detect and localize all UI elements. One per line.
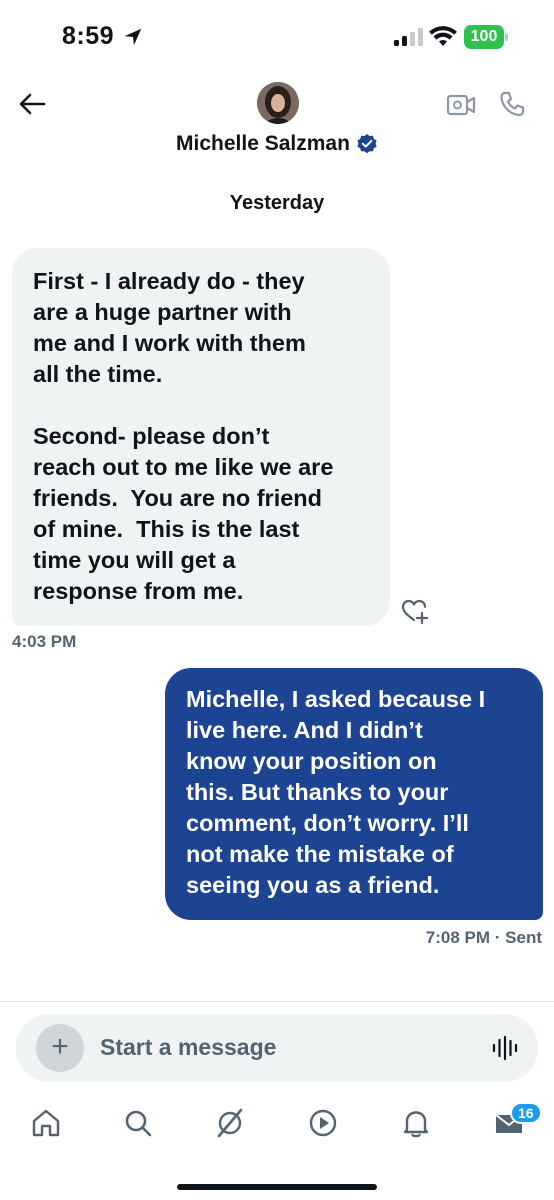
message-composer[interactable]: + Start a message: [16, 1014, 538, 1082]
avatar-photo: [257, 82, 299, 124]
home-icon[interactable]: [29, 1106, 63, 1140]
message-timestamp: 4:03 PM: [12, 632, 77, 651]
notifications-bell-icon[interactable]: [399, 1106, 433, 1140]
status-bar: 8:59 100: [0, 0, 554, 76]
message-text: First - I already do - they are a huge p…: [33, 268, 334, 604]
avatar[interactable]: [257, 82, 299, 124]
message-text: Michelle, I asked because I live here. A…: [186, 686, 486, 898]
date-divider: Yesterday: [229, 192, 325, 214]
message-input[interactable]: Start a message: [100, 1034, 460, 1064]
status-time: 8:59: [62, 22, 115, 50]
contact-name-row[interactable]: Michelle Salzman: [0, 132, 554, 156]
outgoing-message-bubble[interactable]: Michelle, I asked because I live here. A…: [165, 668, 543, 920]
verified-badge-icon: [357, 134, 377, 154]
wifi-icon: [429, 26, 457, 46]
composer-divider: [0, 1001, 554, 1002]
video-camera-icon[interactable]: [446, 92, 476, 118]
plus-icon: +: [51, 1030, 69, 1063]
battery-level: 100: [470, 28, 498, 45]
video-play-icon[interactable]: [306, 1106, 340, 1140]
battery-icon: 100: [464, 25, 508, 49]
back-arrow-icon[interactable]: [16, 88, 48, 120]
voice-waveform-icon[interactable]: [491, 1035, 519, 1061]
location-arrow-icon: [124, 28, 142, 46]
grok-icon[interactable]: [213, 1106, 247, 1140]
add-attachment-button[interactable]: +: [36, 1024, 84, 1072]
home-indicator: [177, 1184, 377, 1190]
incoming-message-bubble[interactable]: First - I already do - they are a huge p…: [12, 248, 390, 626]
cellular-signal-icon: [394, 28, 423, 46]
phone-icon[interactable]: [498, 90, 526, 118]
add-reaction-heart-icon[interactable]: [401, 598, 429, 624]
messages-badge: 16: [510, 1102, 542, 1124]
message-timestamp-sent: 7:08 PM · Sent: [425, 928, 542, 947]
search-icon[interactable]: [121, 1106, 155, 1140]
contact-name: Michelle Salzman: [176, 132, 350, 155]
